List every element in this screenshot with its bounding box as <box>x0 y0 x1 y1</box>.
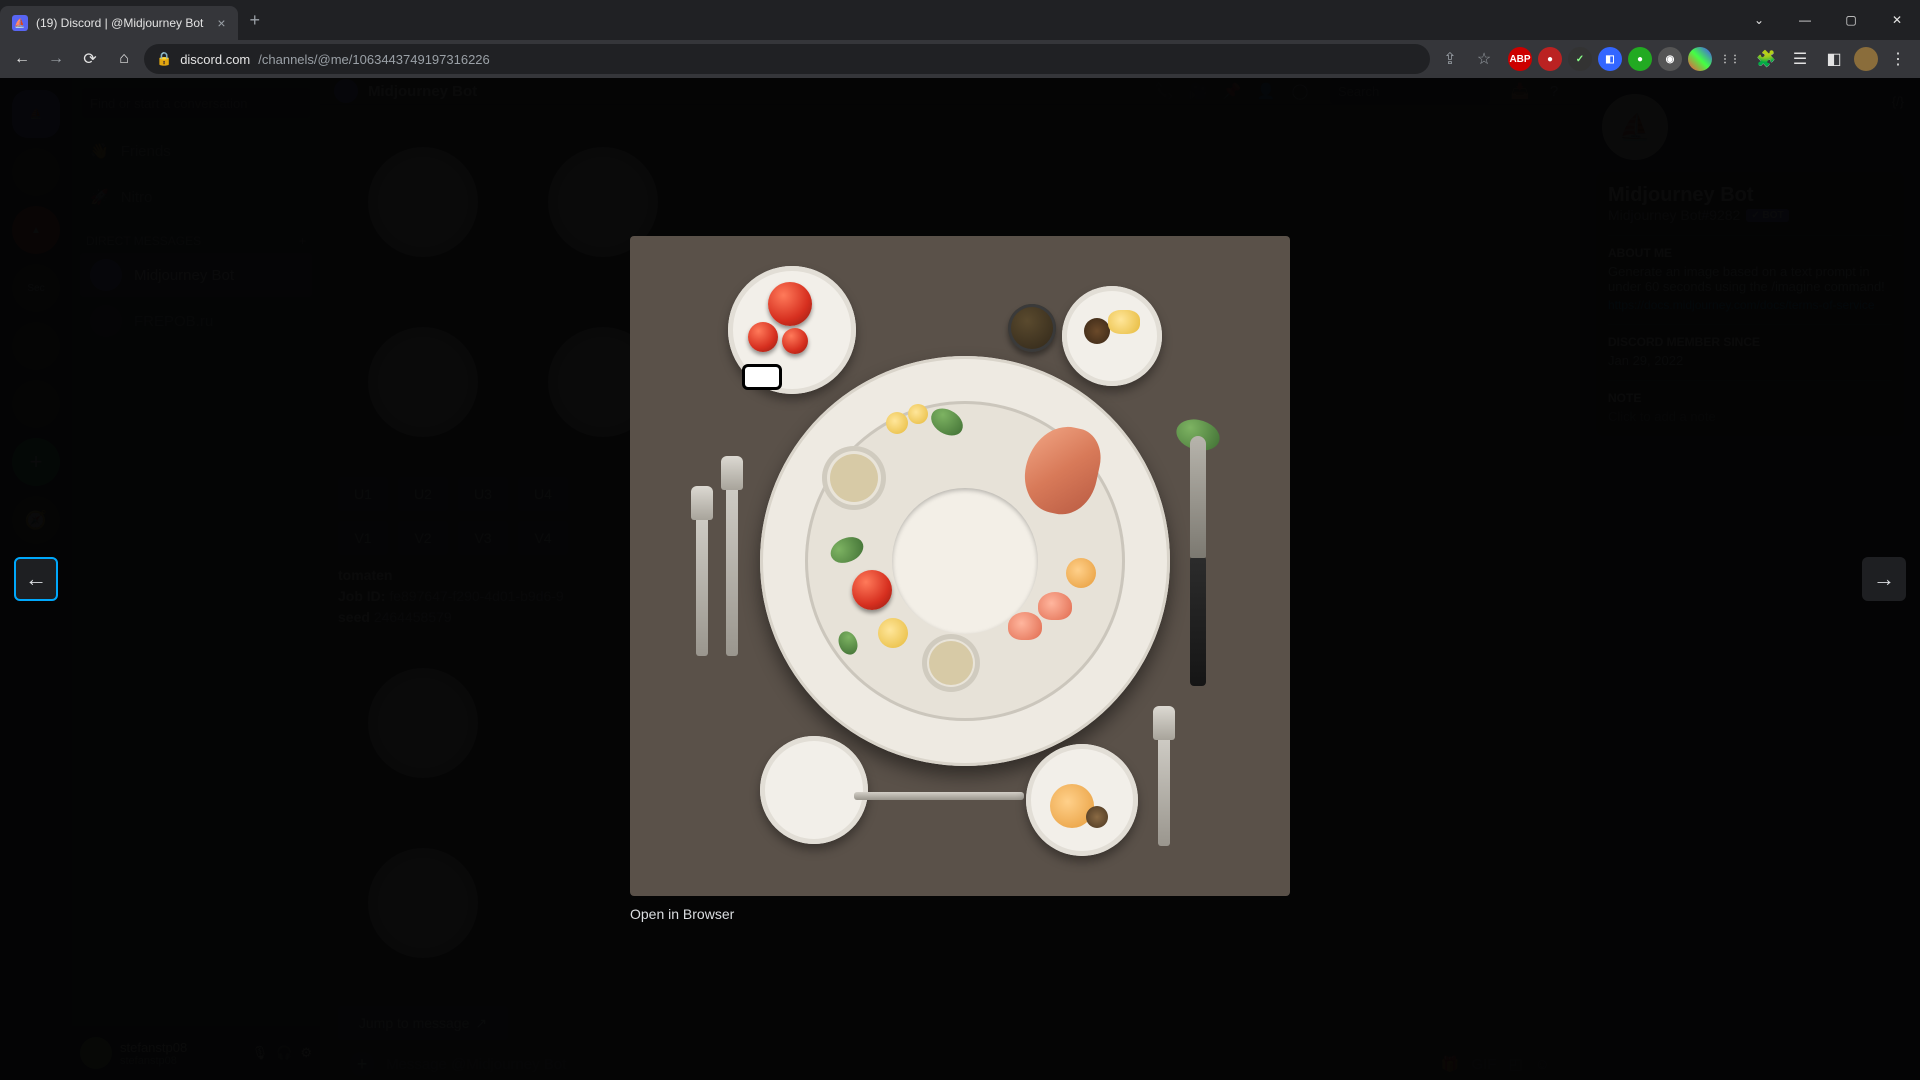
window-close-icon[interactable]: ✕ <box>1874 0 1920 40</box>
lock-icon: 🔒 <box>156 51 172 67</box>
open-in-browser-link[interactable]: Open in Browser <box>630 906 734 922</box>
chrome-dropdown-icon[interactable]: ⌄ <box>1736 0 1782 40</box>
lightbox-next-button[interactable]: → <box>1862 557 1906 601</box>
profile-avatar-icon[interactable] <box>1854 47 1878 71</box>
overlay-marker-icon <box>742 364 782 390</box>
browser-back-button[interactable]: ← <box>8 45 36 73</box>
reading-list-icon[interactable]: ☰ <box>1786 45 1814 73</box>
image-lightbox[interactable]: ← → <box>0 78 1920 1080</box>
lightbox-prev-button[interactable]: ← <box>14 557 58 601</box>
extension-green-icon[interactable]: ✓ <box>1568 47 1592 71</box>
extension-circle-icon[interactable]: ● <box>1628 47 1652 71</box>
extension-red-icon[interactable]: ● <box>1538 47 1562 71</box>
discord-favicon: ⛵ <box>12 15 28 31</box>
browser-reload-button[interactable]: ⟳ <box>76 45 104 73</box>
window-minimize-icon[interactable]: ― <box>1782 0 1828 40</box>
url-bar[interactable]: 🔒 discord.com/channels/@me/1063443749197… <box>144 44 1430 74</box>
window-maximize-icon[interactable]: ▢ <box>1828 0 1874 40</box>
extension-blue-icon[interactable]: ◧ <box>1598 47 1622 71</box>
url-path: /channels/@me/1063443749197316226 <box>258 52 490 67</box>
extensions-puzzle-icon[interactable]: 🧩 <box>1752 45 1780 73</box>
tab-title: (19) Discord | @Midjourney Bot <box>36 16 203 30</box>
browser-tab[interactable]: ⛵ (19) Discord | @Midjourney Bot × <box>0 6 238 40</box>
new-tab-button[interactable]: + <box>238 10 273 31</box>
extension-camera-icon[interactable]: ◉ <box>1658 47 1682 71</box>
extension-dots-icon[interactable]: ⋮⋮ <box>1718 47 1742 71</box>
url-host: discord.com <box>180 52 250 67</box>
share-icon[interactable]: ⇪ <box>1436 45 1464 73</box>
extension-color-icon[interactable] <box>1688 47 1712 71</box>
bookmark-star-icon[interactable]: ☆ <box>1470 45 1498 73</box>
lightbox-image[interactable] <box>630 236 1290 896</box>
extension-abp-icon[interactable]: ABP <box>1508 47 1532 71</box>
tab-close-icon[interactable]: × <box>217 15 225 31</box>
browser-home-button[interactable]: ⌂ <box>110 45 138 73</box>
browser-forward-button[interactable]: → <box>42 45 70 73</box>
sidepanel-icon[interactable]: ◧ <box>1820 45 1848 73</box>
chrome-menu-icon[interactable]: ⋮ <box>1884 45 1912 73</box>
